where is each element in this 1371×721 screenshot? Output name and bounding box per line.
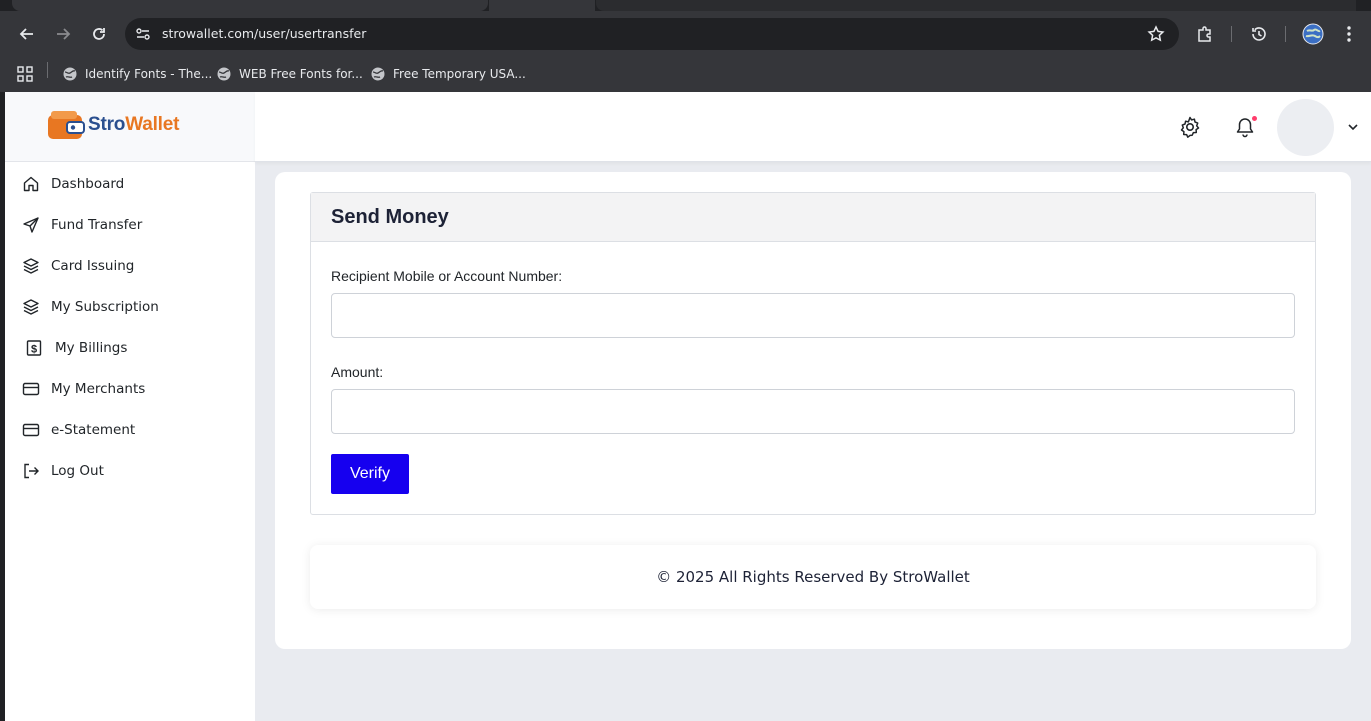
credit-card-icon (22, 382, 40, 396)
footer: © 2025 All Rights Reserved By StroWallet (310, 545, 1316, 609)
send-icon (23, 217, 39, 233)
sidebar-item-label: e-Statement (51, 422, 136, 438)
bookmarks-bar: Identify Fonts - The... WEB Free Fonts f… (0, 57, 1371, 92)
browser-tab-active[interactable] (489, 0, 595, 11)
chevron-down-icon[interactable] (1347, 122, 1359, 132)
amount-input[interactable] (331, 389, 1295, 434)
globe-icon (63, 67, 77, 81)
recipient-input[interactable] (331, 293, 1295, 338)
sidebar-item-card-issuing[interactable]: Card Issuing (5, 248, 255, 284)
sidebar-item-fund-transfer[interactable]: Fund Transfer (5, 207, 255, 243)
toolbar-divider (1285, 26, 1286, 42)
brand-name: StroWallet (88, 114, 179, 136)
sidebar-item-label: My Merchants (51, 381, 146, 397)
site-info-icon[interactable] (135, 26, 151, 47)
apps-grid-icon[interactable] (17, 66, 33, 87)
globe-icon (371, 67, 385, 81)
home-icon (23, 176, 39, 192)
sidebar-item-label: Fund Transfer (51, 217, 143, 233)
logout-icon (24, 463, 39, 479)
gear-icon[interactable] (1179, 116, 1201, 138)
layers-icon (23, 258, 39, 274)
browser-toolbar: strowallet.com/user/usertransfer (0, 11, 1371, 57)
bookmark-item[interactable]: WEB Free Fonts for... (217, 64, 363, 84)
browser-tab[interactable] (12, 0, 488, 11)
top-header (255, 92, 1371, 162)
notification-dot (1252, 116, 1257, 121)
sidebar-item-label: My Subscription (51, 299, 159, 315)
browser-tab[interactable] (596, 0, 1356, 11)
user-avatar[interactable] (1277, 99, 1334, 156)
dollar-icon: $ (26, 340, 42, 356)
sidebar-item-dashboard[interactable]: Dashboard (5, 166, 255, 202)
main-content-card: Send Money Recipient Mobile or Account N… (275, 172, 1351, 649)
send-money-panel: Send Money Recipient Mobile or Account N… (310, 192, 1316, 515)
bookmark-label: Free Temporary USA... (393, 67, 526, 81)
bookmark-star-icon[interactable] (1147, 25, 1165, 48)
recipient-label: Recipient Mobile or Account Number: (331, 268, 563, 284)
sidebar-item-label: My Billings (55, 340, 128, 356)
bookmark-label: WEB Free Fonts for... (239, 67, 363, 81)
profile-avatar-icon[interactable] (1302, 23, 1324, 45)
back-icon[interactable] (16, 23, 38, 45)
bookmarks-divider (47, 62, 48, 78)
bookmark-item[interactable]: Free Temporary USA... (371, 64, 526, 84)
sidebar-item-label: Dashboard (51, 176, 125, 192)
bookmark-label: Identify Fonts - The... (85, 67, 213, 81)
app-root: StroWallet Dashboard Fund Transfer Card … (5, 92, 1371, 721)
reload-icon[interactable] (88, 23, 110, 45)
svg-text:$: $ (31, 343, 37, 355)
sidebar-item-log-out[interactable]: Log Out (5, 453, 255, 489)
sidebar: StroWallet Dashboard Fund Transfer Card … (5, 92, 255, 721)
layers-icon (23, 299, 39, 315)
sidebar-item-e-statement[interactable]: e-Statement (5, 412, 255, 448)
url-text: strowallet.com/user/usertransfer (162, 26, 367, 41)
footer-copyright: © 2025 All Rights Reserved By StroWallet (656, 568, 970, 586)
brand-logo[interactable]: StroWallet (47, 109, 179, 141)
sidebar-item-my-merchants[interactable]: My Merchants (5, 371, 255, 407)
sidebar-item-my-subscription[interactable]: My Subscription (5, 289, 255, 325)
page-title: Send Money (331, 206, 449, 228)
history-icon[interactable] (1248, 23, 1270, 45)
sidebar-item-label: Card Issuing (51, 258, 135, 274)
browser-tab-strip (0, 0, 1371, 11)
verify-button[interactable]: Verify (331, 454, 409, 494)
brand-name-part2: Wallet (125, 114, 180, 135)
logo-area: StroWallet (5, 92, 255, 162)
panel-header: Send Money (311, 193, 1315, 242)
forward-icon[interactable] (52, 23, 74, 45)
toolbar-divider (1231, 26, 1232, 42)
sidebar-item-my-billings[interactable]: $ My Billings (5, 330, 255, 366)
credit-card-icon (22, 423, 40, 437)
browser-menu-icon[interactable] (1338, 23, 1360, 45)
sidebar-item-label: Log Out (51, 463, 104, 479)
address-bar[interactable]: strowallet.com/user/usertransfer (125, 18, 1179, 50)
wallet-logo-icon (48, 111, 85, 139)
amount-label: Amount: (331, 364, 384, 380)
extensions-icon[interactable] (1194, 23, 1216, 45)
globe-icon (217, 67, 231, 81)
bookmark-item[interactable]: Identify Fonts - The... (63, 64, 212, 84)
brand-name-part1: Stro (88, 114, 126, 135)
